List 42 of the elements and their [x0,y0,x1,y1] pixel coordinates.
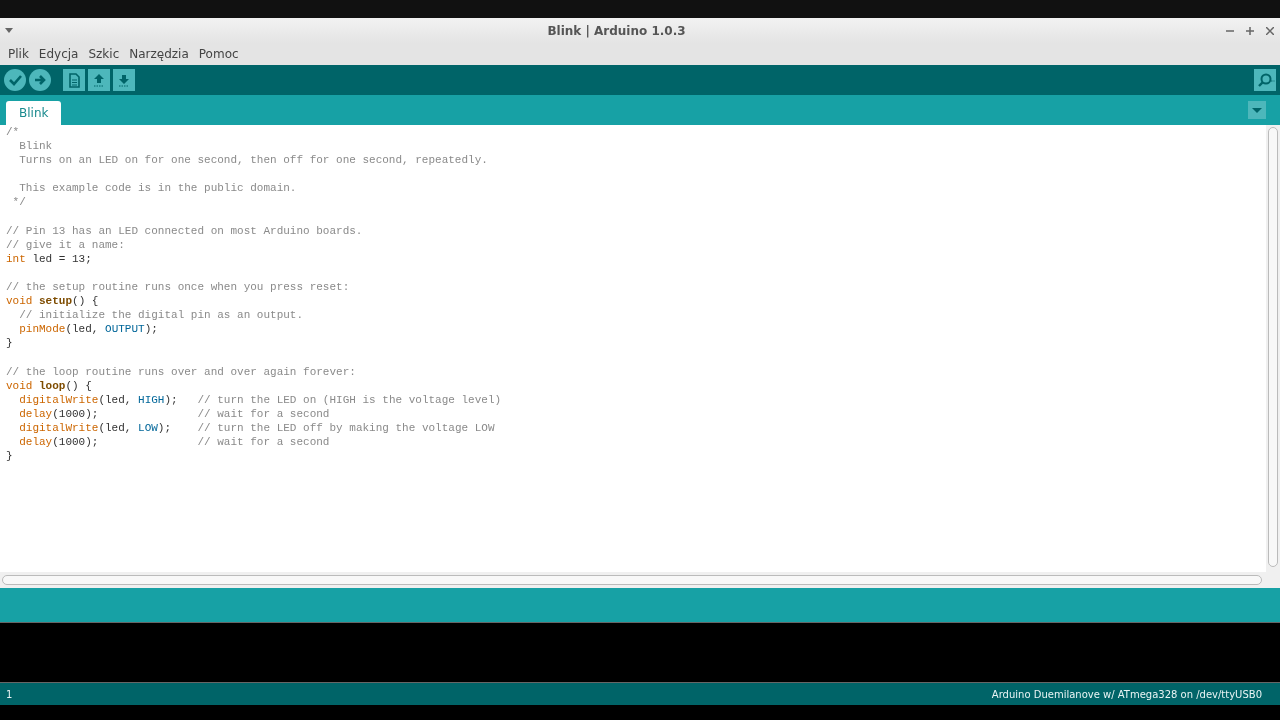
menu-item[interactable]: Pomoc [193,47,244,61]
code-line: } [6,449,13,464]
code-line: // Pin 13 has an LED connected on most Arduino boards. [6,223,363,238]
code-line: // the setup routine runs once when you press reset: [6,280,350,295]
tab-menu-button[interactable] [1248,101,1266,119]
code-line: void loop() { [6,378,92,393]
code-line: digitalWrite(led, LOW); // turn the LED off by making the voltage LOW [18,420,495,436]
right-arrow-button[interactable] [29,69,51,91]
menu-item[interactable]: Narzędzia [124,47,194,61]
code-line: delay(1000); // wait for a second [18,406,330,421]
tab[interactable]: Blink [6,101,62,125]
line-number: 1 [6,688,13,700]
checkmark-button[interactable] [4,69,26,91]
dropdown-icon[interactable] [5,28,13,33]
code-line: This example code is in the public domain. [18,181,297,196]
code-line: */ [11,195,26,210]
code-line: Blink [18,139,53,154]
code-line: /* [6,125,20,140]
menu-item[interactable]: Edycja [33,47,84,61]
code-line: delay(1000); // wait for a second [18,435,330,450]
document-button[interactable] [63,69,85,91]
menu-item[interactable]: Plik [3,47,34,61]
code-line: } [6,336,13,351]
code-line: pinMode(led, OUTPUT); [18,322,158,337]
code-line: void setup() { [6,294,99,309]
code-line: int led = 13; [6,251,92,266]
board-info: Arduino Duemilanove w/ ATmega328 on /dev/ttyUSB0 [991,688,1262,700]
code-line: Turns on an LED on for one second, then off for one second, repeatedly. [18,153,488,168]
menu-item[interactable]: Szkic [83,47,125,61]
plus-icon [1246,26,1254,35]
vertical-scrollbar[interactable] [1266,125,1280,572]
code-line: // the loop routine runs over and over again forever: [6,364,356,379]
code-line: digitalWrite(led, HIGH); // turn the LED on (HIGH is the voltage level) [18,392,502,407]
code-line: // initialize the digital pin as an output. [18,308,304,323]
horizontal-scrollbar[interactable] [0,572,1280,588]
close-icon [1266,26,1274,35]
down-arrow-button[interactable] [113,69,135,91]
up-arrow-button[interactable] [88,69,110,91]
caret-icon [1252,107,1262,113]
window-title: Blink | Arduino 1.0.3 [546,23,687,38]
code-line: // give it a name: [6,237,125,252]
serial-monitor-button[interactable] [1254,69,1276,91]
